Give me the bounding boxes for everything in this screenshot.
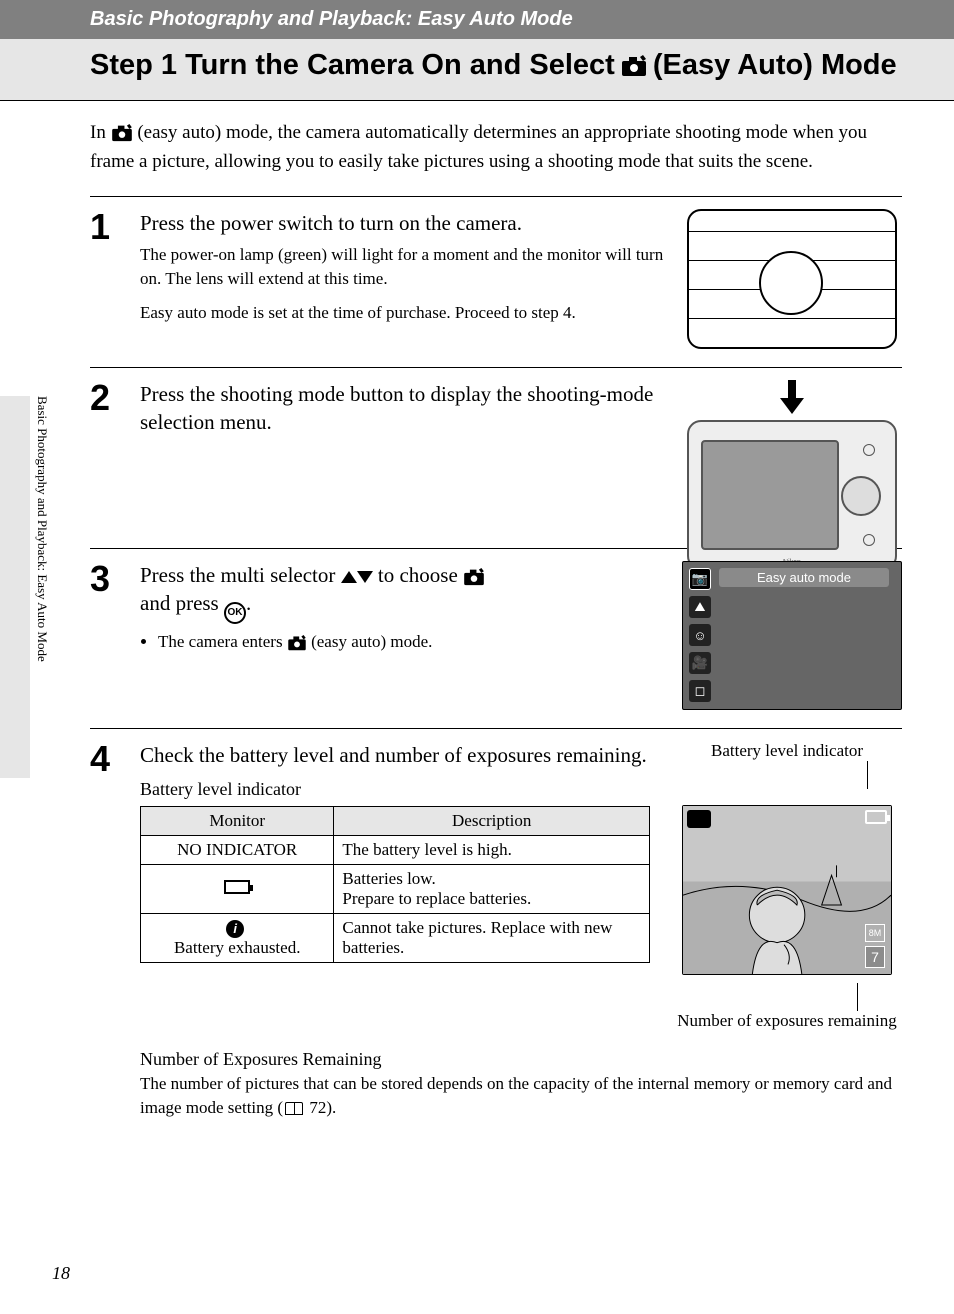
breadcrumb-text: Basic Photography and Playback: Easy Aut… bbox=[90, 8, 573, 30]
lcd-mode-label: Easy auto mode bbox=[719, 568, 889, 587]
camera-back-illustration: Nikon bbox=[687, 380, 897, 530]
step1-p2: Easy auto mode is set at the time of pur… bbox=[140, 301, 666, 325]
exposures-remaining-indicator: 7 bbox=[865, 946, 885, 968]
manual-ref-icon bbox=[285, 1102, 303, 1115]
mode-movie-icon: 🎥 bbox=[689, 652, 711, 674]
down-triangle-icon bbox=[357, 571, 373, 583]
cell-description: The battery level is high. bbox=[334, 836, 650, 865]
leader-line bbox=[867, 761, 868, 789]
fig-label-top: Battery level indicator bbox=[672, 741, 902, 761]
lcd-mode-icons: 📷 ⛰ ☺ 🎥 ◻ bbox=[689, 568, 711, 702]
col-description: Description bbox=[334, 807, 650, 836]
step-number: 1 bbox=[90, 209, 124, 349]
step-heading: Press the power switch to turn on the ca… bbox=[140, 209, 666, 237]
mode-indicator-icon bbox=[687, 810, 711, 828]
page-title: Step 1 Turn the Camera On and Select (Ea… bbox=[90, 49, 914, 82]
step-description: The power-on lamp (green) will light for… bbox=[140, 243, 666, 324]
intro-pre: In bbox=[90, 122, 106, 143]
battery-low-icon bbox=[224, 880, 250, 894]
up-triangle-icon bbox=[341, 571, 357, 583]
step-1: 1 Press the power switch to turn on the … bbox=[90, 197, 902, 367]
fig-label-bottom: Number of exposures remaining bbox=[672, 1011, 902, 1031]
intro-mid: (easy auto) mode, the camera automatical… bbox=[90, 122, 867, 172]
step-number: 2 bbox=[90, 380, 124, 530]
cell-monitor: i Battery exhausted. bbox=[141, 914, 334, 963]
battery-level-table: Monitor Description NO INDICATOR The bat… bbox=[140, 806, 650, 963]
easy-auto-icon bbox=[621, 55, 647, 77]
arrow-down-icon bbox=[778, 380, 806, 414]
content-area: In (easy auto) mode, the camera automati… bbox=[0, 101, 954, 1120]
page-number: 18 bbox=[52, 1263, 70, 1284]
easy-auto-icon bbox=[111, 124, 133, 142]
battery-table-heading: Battery level indicator bbox=[140, 779, 650, 800]
step-2: 2 Press the shooting mode button to disp… bbox=[90, 368, 902, 548]
num-exposures-heading: Number of Exposures Remaining bbox=[140, 1049, 902, 1070]
cell-monitor: NO INDICATOR bbox=[141, 836, 334, 865]
camera-top-illustration bbox=[687, 209, 897, 349]
step-heading: Check the battery level and number of ex… bbox=[140, 741, 650, 769]
s3-mid: to choose bbox=[378, 563, 458, 587]
s3-post: and press bbox=[140, 591, 219, 615]
step1-p1: The power-on lamp (green) will light for… bbox=[140, 243, 666, 291]
ok-button-icon: OK bbox=[224, 602, 246, 624]
title-post: (Easy Auto) Mode bbox=[653, 49, 897, 82]
side-label: Basic Photography and Playback: Easy Aut… bbox=[34, 396, 50, 778]
monitor-figure-column: Battery level indicator bbox=[672, 741, 902, 1031]
step-number: 3 bbox=[90, 561, 124, 710]
cell-description: Cannot take pictures. Replace with new b… bbox=[334, 914, 650, 963]
num-exposures-paragraph: The number of pictures that can be store… bbox=[140, 1072, 902, 1120]
title-pre: Step 1 Turn the Camera On and Select bbox=[90, 49, 615, 82]
table-row: i Battery exhausted. Cannot take picture… bbox=[141, 914, 650, 963]
step-number: 4 bbox=[90, 741, 124, 1120]
s3-bullet: The camera enters (easy auto) mode. bbox=[158, 630, 666, 654]
leader-line bbox=[857, 983, 858, 1011]
warning-icon: i bbox=[226, 920, 244, 938]
mode-easy-auto-icon: 📷 bbox=[689, 568, 711, 590]
col-monitor: Monitor bbox=[141, 807, 334, 836]
step-heading: Press the shooting mode button to displa… bbox=[140, 380, 666, 437]
table-header-row: Monitor Description bbox=[141, 807, 650, 836]
lcd-menu-illustration: 📷 ⛰ ☺ 🎥 ◻ Easy auto mode bbox=[682, 561, 902, 710]
table-row: Batteries low. Prepare to replace batter… bbox=[141, 865, 650, 914]
step-3: 3 Press the multi selector to choose and… bbox=[90, 549, 902, 728]
cell-description: Batteries low. Prepare to replace batter… bbox=[334, 865, 650, 914]
s3-pre: Press the multi selector bbox=[140, 563, 335, 587]
scene-drawing bbox=[683, 806, 891, 974]
image-size-indicator: 8M bbox=[865, 924, 885, 942]
table-row: NO INDICATOR The battery level is high. bbox=[141, 836, 650, 865]
easy-auto-icon bbox=[463, 568, 485, 586]
step-heading: Press the multi selector to choose and p… bbox=[140, 561, 666, 624]
mode-scene-icon: ⛰ bbox=[689, 596, 711, 618]
monitor-illustration: 8M 7 bbox=[682, 805, 892, 975]
intro-paragraph: In (easy auto) mode, the camera automati… bbox=[90, 119, 902, 176]
step-4: 4 Check the battery level and number of … bbox=[90, 729, 902, 1120]
step-description: The camera enters (easy auto) mode. bbox=[140, 630, 666, 654]
battery-indicator-icon bbox=[865, 810, 887, 824]
mode-smile-icon: ☺ bbox=[689, 624, 711, 646]
page-title-band: Step 1 Turn the Camera On and Select (Ea… bbox=[0, 39, 954, 101]
mode-auto-icon: ◻ bbox=[689, 680, 711, 702]
breadcrumb-bar: Basic Photography and Playback: Easy Aut… bbox=[0, 0, 954, 39]
cell-monitor bbox=[141, 865, 334, 914]
easy-auto-icon bbox=[287, 635, 307, 651]
battery-exhausted-label: Battery exhausted. bbox=[174, 938, 301, 957]
side-tab bbox=[0, 396, 30, 778]
